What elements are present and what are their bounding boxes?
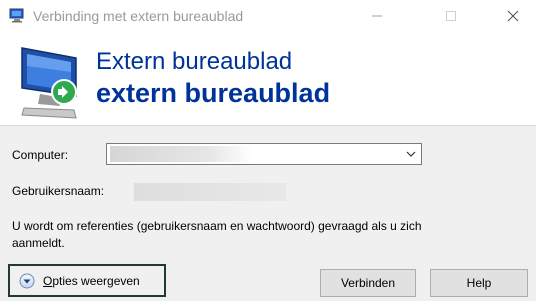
maximize-button[interactable] — [428, 0, 474, 32]
close-icon — [507, 10, 519, 22]
username-label: Gebruikersnaam: — [12, 184, 105, 198]
close-button[interactable] — [490, 0, 536, 32]
show-options-label: Opties weergeven — [43, 274, 140, 288]
show-options-button[interactable]: Opties weergeven — [8, 264, 166, 297]
combobox-dropdown-button[interactable] — [403, 146, 419, 162]
minimize-icon — [372, 15, 382, 17]
show-options-mnemonic: O — [43, 274, 53, 288]
connect-button[interactable]: Verbinden — [320, 269, 416, 297]
maximize-icon — [446, 11, 456, 21]
computer-value — [110, 146, 252, 162]
header-title: Extern bureaublad — [96, 48, 293, 75]
computer-combobox[interactable] — [106, 143, 422, 165]
chevron-down-icon — [406, 151, 416, 157]
computer-label: Computer: — [12, 148, 69, 162]
minimize-button[interactable] — [354, 0, 400, 32]
remote-desktop-icon — [9, 8, 24, 23]
header-subtitle: extern bureaublad — [96, 78, 331, 108]
help-button[interactable]: Help — [430, 269, 528, 297]
show-options-label-rest: pties weergeven — [52, 274, 140, 288]
credentials-info-text: U wordt om referenties (gebruikersnaam e… — [12, 219, 422, 250]
remote-desktop-monitor-icon — [21, 47, 77, 119]
username-value — [134, 183, 286, 201]
header-banner: Extern bureaublad extern bureaublad — [0, 32, 536, 126]
title-bar: Verbinding met extern bureaublad — [0, 0, 536, 32]
window-title: Verbinding met extern bureaublad — [33, 8, 244, 24]
chevron-down-circle-icon — [19, 273, 35, 289]
